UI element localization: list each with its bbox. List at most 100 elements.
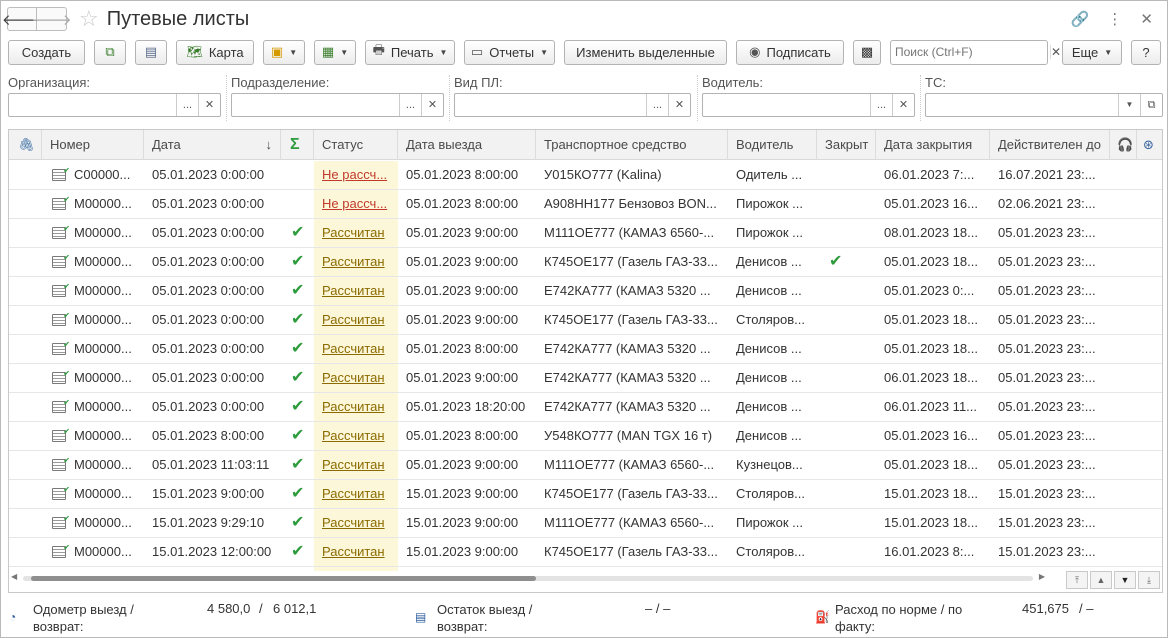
forward-button[interactable]: 🡒 [31,7,72,31]
cell-status[interactable]: Рассчитан [314,335,398,363]
cell-status[interactable]: Рассчитан [314,219,398,247]
cell-status[interactable]: Рассчитан [314,306,398,334]
organization-field[interactable]: ... ✕ [8,93,221,117]
cell-date: 05.01.2023 0:00:00 [144,190,281,218]
driver-field[interactable]: ... ✕ [702,93,915,117]
status-link[interactable]: Рассчитан [322,225,385,240]
create-button[interactable]: Создать [8,39,85,65]
status-link[interactable]: Не рассч... [322,167,387,182]
search-input[interactable] [891,40,1050,64]
table-row[interactable]: М00000... 05.01.2023 8:00:00 ✔ Рассчитан 05.… [9,422,1162,451]
column-number[interactable]: Номер [42,130,144,160]
cell-status[interactable]: Рассчитан [314,480,398,508]
headset-icon[interactable]: 🎧 [1110,130,1137,160]
create-based-button[interactable]: ▣ ▼ [263,39,305,65]
clear-icon[interactable]: ✕ [198,94,220,116]
clear-icon[interactable]: ✕ [668,94,690,116]
status-link[interactable]: Рассчитан [322,341,385,356]
table-row[interactable]: М00000... 05.01.2023 0:00:00 ✔ Рассчитан 05.… [9,335,1162,364]
scroll-thumb[interactable] [31,576,536,581]
clear-icon[interactable]: ✕ [421,94,443,116]
scroll-to-top-icon[interactable]: ⤒ [1066,571,1088,589]
steering-wheel-icon[interactable]: ⊛ [1137,130,1162,160]
clear-icon[interactable]: ✕ [892,94,914,116]
status-link[interactable]: Рассчитан [322,486,385,501]
status-link[interactable]: Рассчитан [322,254,385,269]
more-button[interactable]: Еще ▼ [1062,39,1122,65]
status-link[interactable]: Рассчитан [322,370,385,385]
column-close-date[interactable]: Дата закрытия [876,130,990,160]
status-link[interactable]: Рассчитан [322,457,385,472]
column-date[interactable]: Дата ↓ [144,130,281,160]
cell-status[interactable]: Рассчитан [314,509,398,537]
scroll-right-icon[interactable]: ▶ [1039,572,1045,581]
list-button[interactable]: ▤ [135,39,167,65]
link-icon[interactable]: 🔗 [1071,10,1090,28]
pl-type-field[interactable]: ... ✕ [454,93,691,117]
open-icon[interactable]: ⧉ [1140,94,1162,116]
table-row[interactable]: М00000... 05.01.2023 0:00:00 ✔ Рассчитан 05.… [9,219,1162,248]
favorite-star-icon[interactable]: ☆ [79,8,99,30]
more-vertical-icon[interactable]: ⋮ [1107,10,1122,28]
cell-status[interactable]: Рассчитан [314,393,398,421]
vehicle-field[interactable]: ▼ ⧉ [925,93,1163,117]
clear-search-icon[interactable]: ✕ [1050,45,1061,59]
ellipsis-icon[interactable]: ... [870,94,892,116]
close-icon[interactable]: ✕ [1140,10,1153,28]
table-row[interactable]: М00000... 15.01.2023 9:29:10 ✔ Рассчитан 15.… [9,509,1162,538]
change-selected-button[interactable]: Изменить выделенные [564,39,727,65]
status-link[interactable]: Рассчитан [322,515,385,530]
column-sum[interactable]: Σ [281,130,314,160]
table-row[interactable]: М00000... 05.01.2023 0:00:00 ✔ Рассчитан 05.… [9,277,1162,306]
sign-button[interactable]: ◉ Подписать [736,39,844,65]
table-row[interactable]: М00000... 05.01.2023 0:00:00 ✔ Рассчитан 05.… [9,306,1162,335]
status-link[interactable]: Рассчитан [322,428,385,443]
table-row[interactable]: М00000... 05.01.2023 11:03:11 ✔ Рассчитан 05… [9,451,1162,480]
attachment-icon[interactable]: 🖇 [9,130,42,160]
copy-button[interactable]: ⧉ [94,39,126,65]
table-row[interactable]: М00000... 15.01.2023 9:00:00 ✔ Рассчитан 15.… [9,480,1162,509]
print-button[interactable]: 🖶 Печать ▼ [365,39,455,65]
scroll-to-bottom-icon[interactable]: ⤓ [1138,571,1160,589]
reports-button[interactable]: ▭ Отчеты ▼ [464,39,555,65]
column-driver[interactable]: Водитель [728,130,817,160]
status-link[interactable]: Не рассч... [322,196,387,211]
qr-code-button[interactable]: ▩ [853,39,881,65]
cell-status[interactable]: Рассчитан [314,538,398,566]
status-link[interactable]: Рассчитан [322,544,385,559]
cell-status[interactable]: Не рассч... [314,161,398,189]
column-vehicle[interactable]: Транспортное средство [536,130,728,160]
table-row[interactable]: М00000... 05.01.2023 0:00:00 ✔ Рассчитан 05.… [9,248,1162,277]
horizontal-scrollbar[interactable]: ◀ ▶ [9,571,1047,585]
cell-status[interactable]: Не рассч... [314,190,398,218]
column-closed[interactable]: Закрыт [817,130,876,160]
table-row[interactable]: М00000... 05.01.2023 0:00:00 ✔ Рассчитан 05.… [9,364,1162,393]
division-field[interactable]: ... ✕ [231,93,444,117]
table-row[interactable]: С00000... 05.01.2023 0:00:00 Не рассч... 05… [9,161,1162,190]
table-row[interactable]: М00000... 05.01.2023 0:00:00 Не рассч... 05… [9,190,1162,219]
table-row[interactable]: М00000... 15.01.2023 12:00:00 ✔ Рассчитан 15… [9,538,1162,567]
status-link[interactable]: Рассчитан [322,283,385,298]
cell-status[interactable]: Рассчитан [314,451,398,479]
column-valid-until[interactable]: Действителен до [990,130,1110,160]
dropdown-icon[interactable]: ▼ [1118,94,1140,116]
scroll-left-icon[interactable]: ◀ [11,572,17,581]
cell-status[interactable]: Рассчитан [314,248,398,276]
cell-status[interactable]: Рассчитан [314,277,398,305]
help-button[interactable]: ? [1131,39,1161,65]
ellipsis-icon[interactable]: ... [399,94,421,116]
status-link[interactable]: Рассчитан [322,399,385,414]
ellipsis-icon[interactable]: ... [176,94,198,116]
related-docs-button[interactable]: ▦ ▼ [314,39,356,65]
map-button[interactable]: 🗺 Карта [176,39,254,65]
scroll-down-icon[interactable]: ▼ [1114,571,1136,589]
cell-status[interactable]: Рассчитан [314,364,398,392]
cell-status[interactable]: Рассчитан [314,422,398,450]
column-status[interactable]: Статус [314,130,398,160]
table-row[interactable]: М00000... 05.01.2023 0:00:00 ✔ Рассчитан 05.… [9,393,1162,422]
scroll-up-icon[interactable]: ▲ [1090,571,1112,589]
ellipsis-icon[interactable]: ... [646,94,668,116]
search-field[interactable]: ✕ [890,39,1061,65]
column-departure[interactable]: Дата выезда [398,130,536,160]
status-link[interactable]: Рассчитан [322,312,385,327]
